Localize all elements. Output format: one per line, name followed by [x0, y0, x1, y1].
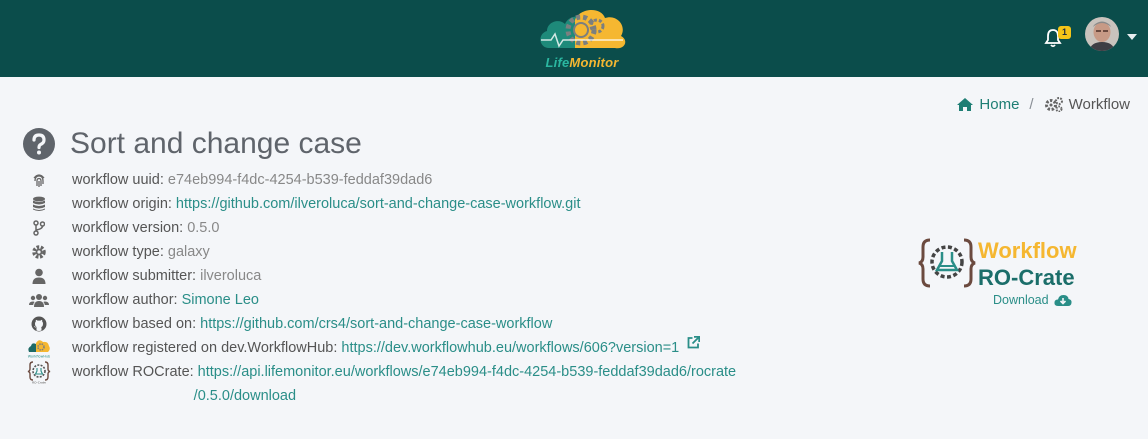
workflowhub-link[interactable]: https://dev.workflowhub.eu/workflows/606… — [341, 336, 679, 360]
code-branch-icon — [26, 216, 52, 240]
github-icon — [26, 312, 52, 336]
detail-label: workflow version: — [72, 220, 184, 236]
users-icon — [26, 288, 52, 312]
workflow-based-on-link[interactable]: https://github.com/crs4/sort-and-change-… — [200, 312, 552, 336]
gears-icon — [1044, 97, 1063, 112]
detail-row-submitter: workflow submitter: ilveroluca — [26, 264, 766, 288]
download-label: Download — [993, 293, 1049, 307]
detail-row-workflowhub: WorkflowHub workflow registered on dev.W… — [26, 336, 766, 360]
logo-wordmark: LifeMonitor — [537, 55, 627, 70]
question-circle-icon — [23, 128, 55, 160]
rocrate-download-button[interactable]: Download — [993, 293, 1072, 307]
lifemonitor-logo-icon — [540, 9, 626, 49]
rocrate-badge-line2: RO-Crate — [978, 265, 1075, 290]
rocrate-link-wrapper: https://api.lifemonitor.eu/workflows/e74… — [194, 360, 736, 408]
external-link-icon[interactable] — [687, 336, 701, 349]
detail-row-based-on: workflow based on: https://github.com/cr… — [26, 312, 766, 336]
user-photo — [1085, 17, 1119, 51]
detail-label: workflow type: — [72, 244, 164, 260]
detail-row-uuid: workflow uuid: e74eb994-f4dc-4254-b539-f… — [26, 168, 766, 192]
breadcrumb-current-label: Workflow — [1068, 96, 1130, 113]
breadcrumb-home-label: Home — [979, 96, 1020, 113]
breadcrumb-home-link[interactable]: Home — [956, 96, 1019, 113]
rocrate-download-link[interactable]: https://api.lifemonitor.eu/workflows/e74… — [198, 364, 736, 380]
rocrate-badge-logo-icon — [918, 238, 976, 288]
detail-row-author: workflow author: Simone Leo — [26, 288, 766, 312]
user-menu-caret-icon[interactable] — [1127, 34, 1137, 40]
svg-text:RO-Crate: RO-Crate — [32, 381, 46, 385]
cloud-download-icon — [1054, 294, 1072, 306]
detail-value-submitter: ilveroluca — [200, 268, 262, 284]
detail-value-uuid: e74eb994-f4dc-4254-b539-feddaf39dad6 — [167, 172, 433, 188]
notification-badge: 1 — [1058, 26, 1071, 39]
detail-row-version: workflow version: 0.5.0 — [26, 216, 766, 240]
workflowhub-logo-icon: WorkflowHub — [26, 336, 52, 360]
rocrate-badge-line1: Workflow — [978, 238, 1077, 263]
workflow-header: Sort and change case — [22, 127, 362, 161]
page-title: Sort and change case — [70, 127, 362, 160]
home-icon — [957, 98, 974, 111]
rocrate-logo-icon: RO-Crate — [26, 360, 52, 384]
detail-row-origin: workflow origin: https://github.com/ilve… — [26, 192, 766, 216]
detail-label: workflow based on: — [72, 316, 197, 332]
logo-text-life: Life — [545, 55, 570, 70]
lifemonitor-logo[interactable]: LifeMonitor — [535, 4, 627, 72]
detail-label: workflow author: — [72, 292, 178, 308]
gear-icon — [26, 240, 52, 264]
workflow-origin-link[interactable]: https://github.com/ilveroluca/sort-and-c… — [176, 192, 581, 216]
svg-text:WorkflowHub: WorkflowHub — [28, 355, 50, 359]
detail-row-rocrate: RO-Crate workflow ROCrate: https://api.l… — [26, 360, 766, 408]
breadcrumb-separator: / — [1029, 96, 1034, 113]
rocrate-download-link-continued[interactable]: /0.5.0/download — [194, 384, 736, 408]
user-avatar[interactable] — [1085, 17, 1119, 51]
detail-label: workflow ROCrate: — [72, 364, 194, 380]
detail-label: workflow submitter: — [72, 268, 197, 284]
workflow-author-link[interactable]: Simone Leo — [182, 288, 259, 312]
top-navbar: LifeMonitor 1 — [0, 0, 1148, 77]
detail-value-type: galaxy — [167, 244, 210, 260]
fingerprint-icon — [26, 168, 52, 192]
logo-text-monitor: Monitor — [569, 55, 619, 70]
detail-label: workflow registered on dev.WorkflowHub: — [72, 340, 338, 356]
breadcrumb-current: Workflow — [1044, 96, 1130, 113]
workflow-details-list: workflow uuid: e74eb994-f4dc-4254-b539-f… — [26, 168, 766, 408]
database-icon — [26, 192, 52, 216]
breadcrumb: Home / Workflow — [956, 96, 1130, 113]
detail-row-type: workflow type: galaxy — [26, 240, 766, 264]
detail-label: workflow origin: — [72, 196, 172, 212]
detail-value-version: 0.5.0 — [187, 220, 220, 236]
detail-label: workflow uuid: — [72, 172, 164, 188]
user-icon — [26, 264, 52, 288]
